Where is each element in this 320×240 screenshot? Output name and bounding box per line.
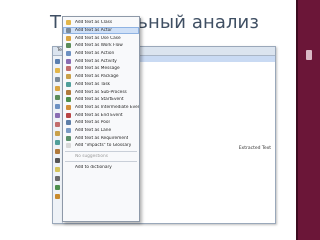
- gateway-icon[interactable]: [55, 194, 60, 199]
- text-icon[interactable]: [55, 158, 60, 163]
- activity-icon[interactable]: [55, 113, 60, 118]
- menu-item-label: Add to dictionary: [75, 164, 112, 170]
- note-icon[interactable]: [55, 167, 60, 172]
- menu-item[interactable]: Add text as Message: [63, 65, 139, 73]
- menu-item-label: Add text as StartEvent: [75, 97, 124, 103]
- message-icon[interactable]: [55, 122, 60, 127]
- process-icon[interactable]: [55, 149, 60, 154]
- menu-item[interactable]: Add text as Lane: [63, 127, 139, 135]
- menu-item-label: No suggestions: [75, 154, 108, 160]
- menu-item-label: Add text as End Event: [75, 112, 123, 118]
- workflow-icon: [66, 43, 71, 49]
- menu-item[interactable]: Add text as Class: [63, 19, 139, 27]
- menu-item-label: Add text as Lane: [75, 127, 112, 133]
- context-menu: Add text as Class Add text as Actor Add te…: [62, 16, 140, 222]
- menu-item-label: Add text as Class: [75, 20, 113, 26]
- requirement-icon: [66, 135, 71, 141]
- class-icon[interactable]: [55, 68, 60, 73]
- menu-item-label: Add "impacts" to Glossary: [75, 143, 132, 149]
- actor-icon[interactable]: [55, 77, 60, 82]
- menu-item-label: Add text as Intermediate Event: [75, 104, 139, 110]
- none-icon: [66, 165, 71, 170]
- extracted-text-label: Extracted Text: [238, 146, 271, 151]
- menu-item-label: Add text as Sub-Process: [75, 89, 127, 95]
- pool-icon: [66, 120, 71, 126]
- menu-item[interactable]: Add text as Package: [63, 73, 139, 81]
- menu-separator: [65, 150, 137, 152]
- menu-item-label: Add text as Actor: [75, 28, 113, 34]
- task-icon[interactable]: [55, 140, 60, 145]
- class-icon: [66, 20, 71, 26]
- side-decoration-bar: [296, 0, 320, 240]
- menu-separator: [65, 161, 137, 163]
- package-icon[interactable]: [55, 131, 60, 136]
- action-icon: [66, 51, 71, 57]
- menu-item[interactable]: Add text as Action: [63, 50, 139, 58]
- menu-item[interactable]: Add text as StartEvent: [63, 96, 139, 104]
- pointer-icon[interactable]: [55, 59, 60, 64]
- package-icon: [66, 74, 71, 80]
- start-event-icon: [66, 97, 71, 103]
- menu-item-label: Add text as Use Case: [75, 35, 121, 41]
- menu-item: No suggestions: [63, 153, 139, 161]
- subprocess-icon: [66, 89, 71, 95]
- end-event-icon: [66, 112, 71, 118]
- action-icon[interactable]: [55, 104, 60, 109]
- menu-item[interactable]: Add text as Actor: [63, 26, 139, 35]
- usecase-icon[interactable]: [55, 86, 60, 91]
- menu-item-label: Add text as Message: [75, 66, 120, 72]
- activity-icon: [66, 58, 71, 64]
- lane-icon: [66, 127, 71, 133]
- link-icon[interactable]: [55, 176, 60, 181]
- none-icon: [66, 154, 71, 159]
- task-icon: [66, 81, 71, 87]
- workflow-icon[interactable]: [55, 95, 60, 100]
- menu-item[interactable]: Add text as Intermediate Event: [63, 104, 139, 112]
- menu-item[interactable]: Add text as Work Flow: [63, 42, 139, 50]
- side-bar-mark: [306, 50, 312, 60]
- menu-item[interactable]: Add to dictionary: [63, 163, 139, 171]
- menu-item-label: Add text as Action: [75, 51, 115, 57]
- menu-item[interactable]: Add text as Sub-Process: [63, 88, 139, 96]
- menu-item-label: Add text as Pool: [75, 120, 110, 126]
- menu-item[interactable]: Add text as Pool: [63, 119, 139, 127]
- menu-item[interactable]: Add "impacts" to Glossary: [63, 142, 139, 150]
- menu-item[interactable]: Add text as Activity: [63, 57, 139, 65]
- menu-item-label: Add text as Activity: [75, 58, 117, 64]
- message-icon: [66, 66, 71, 72]
- usecase-icon: [66, 35, 71, 41]
- menu-item[interactable]: Add text as Requirement: [63, 134, 139, 142]
- menu-item[interactable]: Add text as Task: [63, 81, 139, 89]
- menu-item-label: Add text as Requirement: [75, 135, 129, 141]
- glossary-icon: [66, 143, 71, 149]
- menu-item[interactable]: Add text as End Event: [63, 111, 139, 119]
- menu-item-label: Add text as Work Flow: [75, 43, 123, 49]
- menu-item-label: Add text as Package: [75, 74, 119, 80]
- intermediate-event-icon: [66, 104, 71, 110]
- event-icon[interactable]: [55, 185, 60, 190]
- menu-item[interactable]: Add text as Use Case: [63, 34, 139, 42]
- actor-icon: [66, 28, 71, 34]
- menu-item-label: Add text as Task: [75, 81, 111, 87]
